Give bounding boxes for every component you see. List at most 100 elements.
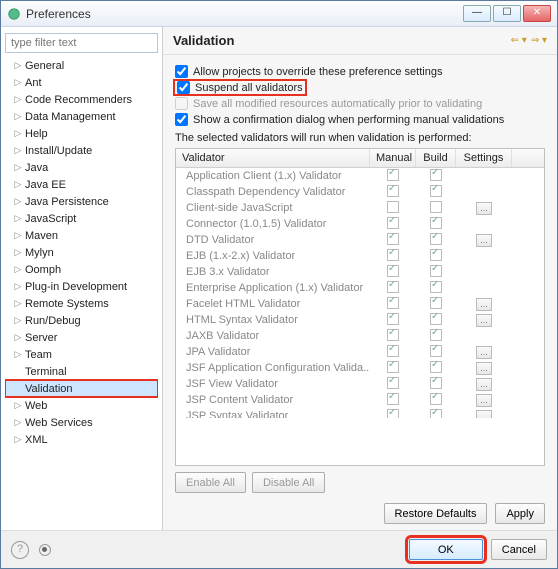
table-row[interactable]: EJB (1.x-2.x) Validator: [176, 248, 544, 264]
settings-cell[interactable]: …: [456, 378, 512, 391]
preferences-tree[interactable]: ▷General▷Ant▷Code Recommenders▷Data Mana…: [5, 57, 158, 524]
tree-item[interactable]: ▷Oomph: [5, 261, 158, 278]
build-cell[interactable]: [416, 201, 456, 216]
manual-cell[interactable]: [370, 377, 416, 392]
table-row[interactable]: Client-side JavaScript…: [176, 200, 544, 216]
titlebar[interactable]: Preferences — ☐ ✕: [1, 1, 557, 27]
table-row[interactable]: JPA Validator…: [176, 344, 544, 360]
tree-item[interactable]: ▷Remote Systems: [5, 295, 158, 312]
expand-icon[interactable]: ▷: [13, 230, 23, 241]
table-row[interactable]: HTML Syntax Validator…: [176, 312, 544, 328]
expand-icon[interactable]: ▷: [13, 60, 23, 71]
tree-item[interactable]: ▷Plug-in Development: [5, 278, 158, 295]
table-row[interactable]: JSF Application Configuration Valida...…: [176, 360, 544, 376]
build-cell[interactable]: [416, 265, 456, 280]
tree-item[interactable]: ▷General: [5, 57, 158, 74]
tree-item[interactable]: ▷Mylyn: [5, 244, 158, 261]
apply-button[interactable]: Apply: [495, 503, 545, 524]
expand-icon[interactable]: ▷: [13, 264, 23, 275]
expand-icon[interactable]: ▷: [13, 145, 23, 156]
build-cell[interactable]: [416, 217, 456, 232]
build-cell[interactable]: [416, 345, 456, 360]
enable-all-button[interactable]: Enable All: [175, 472, 246, 493]
tree-item[interactable]: ▷Ant: [5, 74, 158, 91]
manual-cell[interactable]: [370, 249, 416, 264]
expand-icon[interactable]: ▷: [13, 349, 23, 360]
settings-cell[interactable]: …: [456, 410, 512, 419]
col-settings[interactable]: Settings: [456, 149, 512, 167]
expand-icon[interactable]: ▷: [13, 400, 23, 411]
manual-cell[interactable]: [370, 217, 416, 232]
manual-cell[interactable]: [370, 393, 416, 408]
settings-cell[interactable]: …: [456, 298, 512, 311]
build-cell[interactable]: [416, 313, 456, 328]
table-row[interactable]: JSF View Validator…: [176, 376, 544, 392]
expand-icon[interactable]: ▷: [13, 179, 23, 190]
col-build[interactable]: Build: [416, 149, 456, 167]
tree-item[interactable]: ▷Run/Debug: [5, 312, 158, 329]
build-cell[interactable]: [416, 169, 456, 184]
suspend-validators-checkbox[interactable]: Suspend all validators: [175, 81, 305, 94]
tree-item[interactable]: ▷Server: [5, 329, 158, 346]
expand-icon[interactable]: ▷: [13, 434, 23, 445]
build-cell[interactable]: [416, 281, 456, 296]
manual-cell[interactable]: [370, 297, 416, 312]
tree-item[interactable]: ▷Help: [5, 125, 158, 142]
col-manual[interactable]: Manual: [370, 149, 416, 167]
manual-cell[interactable]: [370, 409, 416, 419]
restore-defaults-button[interactable]: Restore Defaults: [384, 503, 488, 524]
manual-cell[interactable]: [370, 361, 416, 376]
expand-icon[interactable]: ▷: [13, 128, 23, 139]
build-cell[interactable]: [416, 361, 456, 376]
disable-all-button[interactable]: Disable All: [252, 472, 325, 493]
tree-item[interactable]: ▷Maven: [5, 227, 158, 244]
build-cell[interactable]: [416, 377, 456, 392]
settings-cell[interactable]: …: [456, 362, 512, 375]
expand-icon[interactable]: ▷: [13, 281, 23, 292]
confirm-dialog-checkbox[interactable]: Show a confirmation dialog when performi…: [175, 113, 545, 126]
table-row[interactable]: Facelet HTML Validator…: [176, 296, 544, 312]
save-resources-checkbox[interactable]: Save all modified resources automaticall…: [175, 97, 545, 110]
build-cell[interactable]: [416, 249, 456, 264]
build-cell[interactable]: [416, 329, 456, 344]
col-validator[interactable]: Validator: [176, 149, 370, 167]
close-button[interactable]: ✕: [523, 5, 551, 22]
filter-input[interactable]: [5, 33, 158, 53]
expand-icon[interactable]: ▷: [13, 332, 23, 343]
manual-cell[interactable]: [370, 329, 416, 344]
expand-icon[interactable]: ▷: [13, 213, 23, 224]
tree-item[interactable]: Terminal: [5, 363, 158, 380]
expand-icon[interactable]: ▷: [13, 298, 23, 309]
expand-icon[interactable]: ▷: [13, 247, 23, 258]
tree-item[interactable]: Validation: [5, 380, 158, 397]
tree-item[interactable]: ▷JavaScript: [5, 210, 158, 227]
tree-item[interactable]: ▷Java Persistence: [5, 193, 158, 210]
table-row[interactable]: Enterprise Application (1.x) Validator: [176, 280, 544, 296]
table-row[interactable]: Connector (1.0,1.5) Validator: [176, 216, 544, 232]
manual-cell[interactable]: [370, 265, 416, 280]
manual-cell[interactable]: [370, 313, 416, 328]
build-cell[interactable]: [416, 393, 456, 408]
manual-cell[interactable]: [370, 201, 416, 216]
build-cell[interactable]: [416, 233, 456, 248]
forward-icon[interactable]: ⇒ ▾: [531, 35, 547, 46]
expand-icon[interactable]: ▷: [13, 77, 23, 88]
tree-item[interactable]: ▷Java EE: [5, 176, 158, 193]
table-row[interactable]: Classpath Dependency Validator: [176, 184, 544, 200]
manual-cell[interactable]: [370, 185, 416, 200]
tree-item[interactable]: ▷Team: [5, 346, 158, 363]
ok-button[interactable]: OK: [409, 539, 483, 560]
minimize-button[interactable]: —: [463, 5, 491, 22]
table-row[interactable]: JSP Content Validator…: [176, 392, 544, 408]
table-row[interactable]: JSP Syntax Validator…: [176, 408, 544, 418]
tree-item[interactable]: ▷Data Management: [5, 108, 158, 125]
allow-override-checkbox[interactable]: Allow projects to override these prefere…: [175, 65, 545, 78]
expand-icon[interactable]: ▷: [13, 315, 23, 326]
expand-icon[interactable]: ▷: [13, 196, 23, 207]
tree-item[interactable]: ▷Install/Update: [5, 142, 158, 159]
build-cell[interactable]: [416, 185, 456, 200]
table-row[interactable]: Application Client (1.x) Validator: [176, 168, 544, 184]
tree-item[interactable]: ▷Code Recommenders: [5, 91, 158, 108]
expand-icon[interactable]: ▷: [13, 162, 23, 173]
tree-item[interactable]: ▷XML: [5, 431, 158, 448]
